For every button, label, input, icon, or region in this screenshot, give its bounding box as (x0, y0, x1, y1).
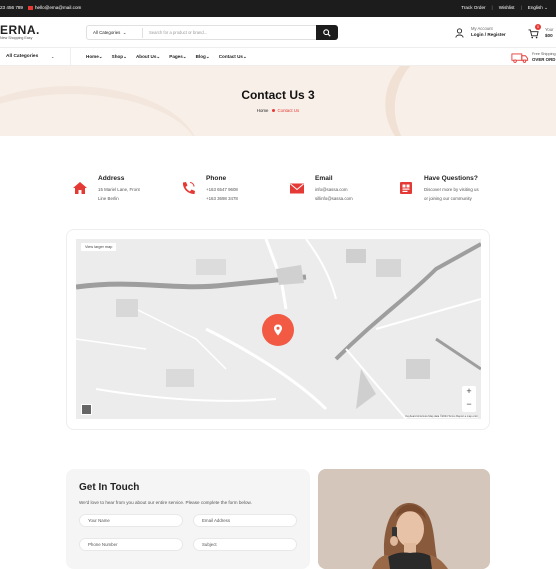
subject-input[interactable]: Subject (193, 538, 297, 551)
cart-total: $00 (545, 33, 553, 38)
chevron-down-icon: ⌄ (156, 54, 161, 59)
map-attribution[interactable]: Keyboard shortcuts Map data ©2024 Terms … (405, 415, 478, 418)
address-text: 15 Mariel Lane, Front Line Berlin (98, 187, 140, 201)
nav-menu: Home⌄ Shop⌄ About Us⌄ Pages⌄ Blog⌄ Conta… (86, 54, 247, 60)
breadcrumb-dot (271, 109, 275, 113)
search-button[interactable] (316, 25, 338, 40)
category-select[interactable]: All Categories ⌄ (93, 30, 126, 36)
nav-item-shop[interactable]: Shop⌄ (112, 54, 127, 60)
account-label: My Account (471, 26, 493, 31)
woman-on-phone-image (318, 469, 490, 569)
login-register-link[interactable]: Login / Register (471, 32, 506, 37)
chevron-down-icon: ⌄ (544, 5, 548, 10)
phone-icon (182, 182, 195, 194)
truck-icon (511, 53, 529, 63)
chevron-down-icon: ⌄ (205, 54, 210, 59)
map-card: View larger map + − Keyboard shortcuts M… (66, 229, 490, 430)
nav-item-contact[interactable]: Contact Us⌄ (219, 54, 247, 60)
email-input[interactable]: Email Address (193, 514, 297, 527)
map-zoom-controls: + − (462, 386, 476, 412)
form-title: Get In Touch (79, 482, 140, 493)
chevron-down-icon: ⌄ (182, 54, 187, 59)
phone-input[interactable]: Phone Number (79, 538, 183, 551)
search-icon (323, 29, 331, 37)
email-link-2[interactable]: sillinfo@sassa.com (315, 196, 353, 201)
location-pin-icon (274, 324, 282, 336)
all-categories-menu[interactable]: All Categories (6, 54, 38, 59)
chevron-down-icon: ⌄ (122, 30, 127, 35)
language-select[interactable]: English ⌄ (528, 5, 548, 11)
track-order-link[interactable]: Track Order (461, 5, 485, 11)
shipping-amount: OVER ORD (532, 57, 556, 62)
search-bar: All Categories ⌄ Search for a product or… (86, 25, 338, 40)
top-bar-links: Track Order | Wishlist | English ⌄ (461, 5, 548, 11)
email-title: Email (315, 175, 333, 182)
page-title: Contact Us 3 (241, 88, 315, 102)
top-email[interactable]: hello@ema@mail.com (28, 5, 81, 10)
breadcrumb: Home Contact Us (0, 108, 556, 113)
google-map[interactable]: View larger map + − Keyboard shortcuts M… (76, 239, 481, 419)
zoom-out-button[interactable]: − (462, 399, 476, 409)
top-bar: 23 456 789 hello@ema@mail.com Track Orde… (0, 0, 556, 17)
main-nav: All Categories ⌄ Home⌄ Shop⌄ About Us⌄ P… (0, 47, 556, 67)
top-separator: | (491, 5, 493, 10)
logo[interactable]: ERNA. (0, 23, 40, 37)
nav-item-home[interactable]: Home⌄ (86, 54, 103, 60)
question-icon (400, 182, 412, 194)
map-type-toggle[interactable] (81, 404, 92, 415)
questions-title: Have Questions? (424, 175, 478, 182)
form-subtitle: We'd love to hear from you about our ent… (79, 500, 252, 505)
breadcrumb-home[interactable]: Home (257, 108, 269, 113)
cart-button[interactable]: 0 Your $00 (528, 24, 556, 42)
nav-item-pages[interactable]: Pages⌄ (169, 54, 186, 60)
site-header: ERNA. New Shopping Easy All Categories ⌄… (0, 17, 556, 47)
top-separator: | (520, 5, 522, 10)
mail-icon (28, 5, 33, 10)
name-input[interactable]: Your Name (79, 514, 183, 527)
chevron-down-icon: ⌄ (123, 54, 127, 59)
cart-label: Your (545, 27, 554, 32)
address-title: Address (98, 175, 125, 182)
chevron-down-icon: ⌄ (98, 54, 103, 59)
nav-item-blog[interactable]: Blog⌄ (196, 54, 210, 60)
user-icon (455, 28, 464, 38)
chevron-down-icon: ⌄ (51, 54, 55, 59)
phone-number-1[interactable]: +163 6547 9608 (206, 187, 238, 192)
search-divider (142, 28, 143, 38)
cart-icon (528, 29, 539, 39)
shipping-label: Free Shipping (532, 52, 556, 56)
page-hero: Contact Us 3 Home Contact Us (0, 66, 556, 136)
nav-divider (70, 48, 71, 67)
account-link[interactable]: My Account Login / Register (455, 26, 515, 42)
phone-number-2[interactable]: +163 3698 3478 (206, 196, 238, 201)
contact-form: Get In Touch We'd love to hear from you … (66, 469, 310, 569)
map-pin[interactable] (262, 314, 294, 346)
phone-numbers: +163 6547 9608 +163 3698 3478 (206, 186, 238, 203)
home-icon (73, 182, 87, 194)
questions-text: Discover more by visiting us or joining o… (424, 187, 479, 201)
view-larger-map-link[interactable]: View larger map (81, 243, 117, 251)
email-link-1[interactable]: info@sassa.com (315, 187, 348, 192)
wishlist-link[interactable]: Wishlist (499, 5, 515, 11)
email-addresses: info@sassa.com sillinfo@sassa.com (315, 186, 353, 203)
cart-badge: 0 (535, 24, 541, 30)
contact-photo (318, 469, 490, 569)
phone-title: Phone (206, 175, 227, 182)
chevron-down-icon: ⌄ (242, 54, 247, 59)
top-bar-contacts: 23 456 789 hello@ema@mail.com (0, 5, 81, 10)
logo-tagline: New Shopping Easy (0, 36, 33, 40)
search-input[interactable]: Search for a product or brand... (149, 30, 207, 35)
top-phone: 23 456 789 (0, 5, 23, 10)
breadcrumb-current: Contact Us (277, 108, 300, 113)
mail-icon (290, 183, 304, 194)
zoom-in-button[interactable]: + (462, 386, 476, 396)
nav-item-about[interactable]: About Us⌄ (136, 54, 160, 60)
